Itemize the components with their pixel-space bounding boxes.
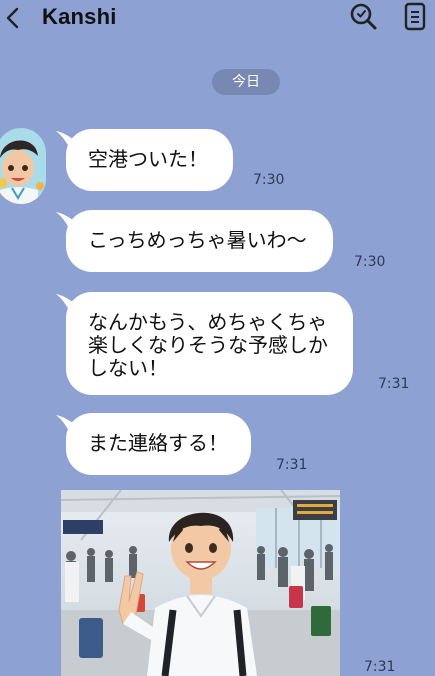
message-time: 7:31 bbox=[378, 376, 410, 392]
message-time: 7:31 bbox=[276, 457, 308, 473]
message-text: なんかもう、めちゃくちゃ 楽しくなりそうな予感しか しない！ bbox=[88, 310, 328, 380]
chat-header: Kanshi bbox=[0, 0, 435, 36]
message-time: 7:31 bbox=[364, 659, 396, 675]
message-bubble[interactable]: なんかもう、めちゃくちゃ 楽しくなりそうな予感しか しない！ bbox=[56, 292, 353, 395]
message-text: 空港ついた！ bbox=[88, 147, 208, 171]
message-bubble[interactable]: また連絡する！ bbox=[56, 413, 251, 475]
bubble-tail bbox=[56, 415, 78, 433]
chevron-left-icon[interactable] bbox=[4, 6, 20, 30]
date-separator: 今日 bbox=[212, 69, 280, 95]
message-bubble[interactable]: 空港ついた！ bbox=[56, 129, 233, 191]
avatar[interactable] bbox=[0, 128, 46, 204]
airport-selfie-photo[interactable] bbox=[61, 490, 340, 676]
message-time: 7:30 bbox=[253, 172, 285, 188]
bubble-tail bbox=[56, 212, 78, 230]
search-icon[interactable] bbox=[349, 2, 377, 30]
bubble-tail bbox=[56, 294, 78, 312]
message-text: こっちめっちゃ暑いわ〜 bbox=[88, 228, 307, 252]
chat-title: Kanshi bbox=[42, 4, 117, 29]
message-text: また連絡する！ bbox=[88, 431, 228, 455]
message-bubble[interactable]: こっちめっちゃ暑いわ〜 bbox=[56, 210, 333, 272]
bubble-tail bbox=[56, 131, 78, 149]
message-time: 7:30 bbox=[354, 254, 386, 270]
menu-list-icon[interactable] bbox=[404, 2, 428, 32]
